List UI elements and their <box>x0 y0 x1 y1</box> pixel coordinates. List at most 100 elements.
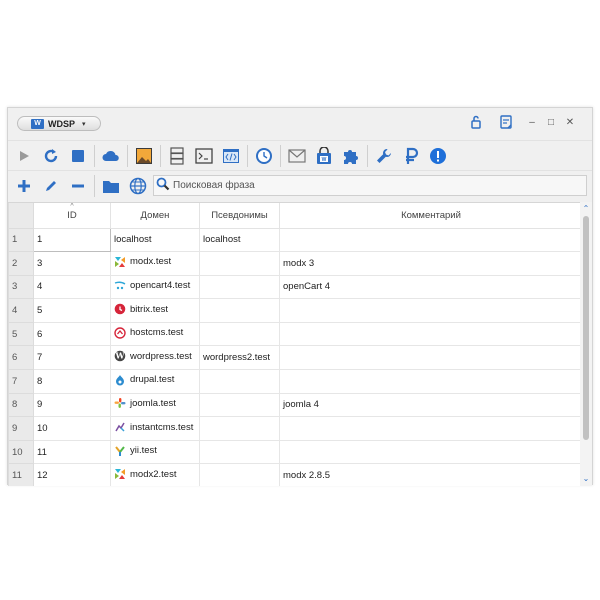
cell-aliases[interactable]: wordpress2.test <box>199 345 280 371</box>
cell-id[interactable]: 3 <box>33 251 111 276</box>
cell-id[interactable]: 10 <box>33 416 111 441</box>
cell-comment[interactable]: openCart 4 <box>279 274 582 300</box>
image-icon[interactable] <box>132 144 156 168</box>
column-header-id[interactable]: ^ ID <box>33 203 111 229</box>
edit-icon[interactable] <box>39 174 63 198</box>
table-row[interactable]: 9 10 instantcms.test <box>8 416 582 441</box>
cloud-icon[interactable] <box>99 144 123 168</box>
cell-comment[interactable] <box>279 345 582 371</box>
toolbar-separator <box>367 144 368 167</box>
cell-domain[interactable]: localhost <box>110 227 200 253</box>
cell-comment[interactable] <box>279 298 582 323</box>
app-selector[interactable]: W WDSP ▾ <box>17 116 101 131</box>
table-row[interactable]: 6 7 Wwordpress.test wordpress2.test <box>8 345 582 371</box>
vertical-scrollbar[interactable]: ⌃ ⌄ <box>580 202 592 486</box>
notes-icon[interactable] <box>498 114 514 130</box>
table-row[interactable]: 8 9 joomla.test joomla 4 <box>8 392 582 418</box>
cell-aliases[interactable] <box>199 251 280 276</box>
wdsp-bag-icon[interactable]: W <box>312 144 336 168</box>
minimize-button[interactable]: – <box>524 114 540 130</box>
table-row[interactable]: 3 4 opencart4.test openCart 4 <box>8 274 582 300</box>
restart-icon[interactable] <box>39 144 63 168</box>
cell-domain[interactable]: Wwordpress.test <box>110 345 200 371</box>
cell-comment[interactable]: modx 2.8.5 <box>279 463 582 486</box>
close-button[interactable]: ✕ <box>562 114 578 130</box>
cell-domain[interactable]: modx2.test <box>110 463 200 486</box>
search-input[interactable] <box>173 180 573 191</box>
cell-id[interactable]: 6 <box>33 321 111 347</box>
cell-id[interactable]: 11 <box>33 439 111 465</box>
cell-aliases[interactable] <box>199 392 280 418</box>
cell-comment[interactable] <box>279 227 582 253</box>
folder-icon[interactable] <box>99 174 123 198</box>
column-header-aliases[interactable]: Псевдонимы <box>199 203 280 229</box>
cell-domain[interactable]: instantcms.test <box>110 416 200 441</box>
scroll-up-button[interactable]: ⌃ <box>581 204 591 214</box>
row-number: 8 <box>8 392 34 418</box>
cell-id[interactable]: 12 <box>33 463 111 486</box>
table-row[interactable]: 7 8 drupal.test <box>8 369 582 394</box>
row-number: 5 <box>8 321 34 347</box>
mail-icon[interactable] <box>285 144 309 168</box>
maximize-button[interactable]: □ <box>543 114 559 130</box>
cell-id[interactable]: 7 <box>33 345 111 371</box>
stop-icon[interactable] <box>66 144 90 168</box>
wrench-icon[interactable] <box>372 144 396 168</box>
add-icon[interactable] <box>12 174 36 198</box>
cell-aliases[interactable] <box>199 369 280 394</box>
play-icon[interactable] <box>12 144 36 168</box>
cell-domain[interactable]: opencart4.test <box>110 274 200 300</box>
domain-label: wordpress.test <box>130 350 192 362</box>
cell-comment[interactable]: modx 3 <box>279 251 582 276</box>
table-row[interactable]: 5 6 hostcms.test <box>8 321 582 347</box>
cell-comment[interactable] <box>279 416 582 441</box>
globe-icon[interactable] <box>126 174 150 198</box>
opencart-icon <box>114 279 126 291</box>
table-row[interactable]: 10 11 yii.test <box>8 439 582 465</box>
scrollbar-thumb[interactable] <box>583 216 589 440</box>
remove-icon[interactable] <box>66 174 90 198</box>
domain-wrapper: Wwordpress.test <box>114 350 192 362</box>
cell-domain[interactable]: hostcms.test <box>110 321 200 347</box>
cell-aliases[interactable]: localhost <box>199 227 280 253</box>
cell-aliases[interactable] <box>199 298 280 323</box>
cell-comment[interactable]: joomla 4 <box>279 392 582 418</box>
server-icon[interactable] <box>165 144 189 168</box>
instantcms-icon <box>114 421 126 433</box>
table-row[interactable]: 4 5 bitrix.test <box>8 298 582 323</box>
cell-id[interactable]: 9 <box>33 392 111 418</box>
clock-icon[interactable] <box>252 144 276 168</box>
cell-aliases[interactable] <box>199 439 280 465</box>
puzzle-icon[interactable] <box>339 144 363 168</box>
cell-comment[interactable] <box>279 369 582 394</box>
code-icon[interactable] <box>219 144 243 168</box>
cell-id[interactable]: 8 <box>33 369 111 394</box>
table-row[interactable]: 2 3 modx.test modx 3 <box>8 251 582 276</box>
ruble-icon[interactable] <box>399 144 423 168</box>
alert-icon[interactable] <box>426 144 450 168</box>
domain-wrapper: localhost <box>114 234 152 245</box>
column-header-comment[interactable]: Комментарий <box>279 203 582 229</box>
cell-domain[interactable]: drupal.test <box>110 369 200 394</box>
cell-domain[interactable]: bitrix.test <box>110 298 200 323</box>
unlock-icon[interactable] <box>468 114 484 130</box>
cell-comment[interactable] <box>279 439 582 465</box>
domain-wrapper: joomla.test <box>114 397 176 409</box>
cell-id[interactable]: 5 <box>33 298 111 323</box>
table-row[interactable]: 11 12 modx2.test modx 2.8.5 <box>8 463 582 486</box>
cell-domain[interactable]: modx.test <box>110 251 200 276</box>
row-number: 2 <box>8 251 34 276</box>
cell-domain[interactable]: yii.test <box>110 439 200 465</box>
cell-id[interactable]: 1 <box>33 227 111 253</box>
cell-aliases[interactable] <box>199 463 280 486</box>
cell-aliases[interactable] <box>199 416 280 441</box>
cell-id[interactable]: 4 <box>33 274 111 300</box>
cell-aliases[interactable] <box>199 274 280 300</box>
table-row[interactable]: 1 1 localhost localhost <box>8 227 582 253</box>
scroll-down-button[interactable]: ⌄ <box>581 474 591 484</box>
cell-aliases[interactable] <box>199 321 280 347</box>
terminal-icon[interactable] <box>192 144 216 168</box>
cell-comment[interactable] <box>279 321 582 347</box>
column-header-domain[interactable]: Домен <box>110 203 200 229</box>
cell-domain[interactable]: joomla.test <box>110 392 200 418</box>
